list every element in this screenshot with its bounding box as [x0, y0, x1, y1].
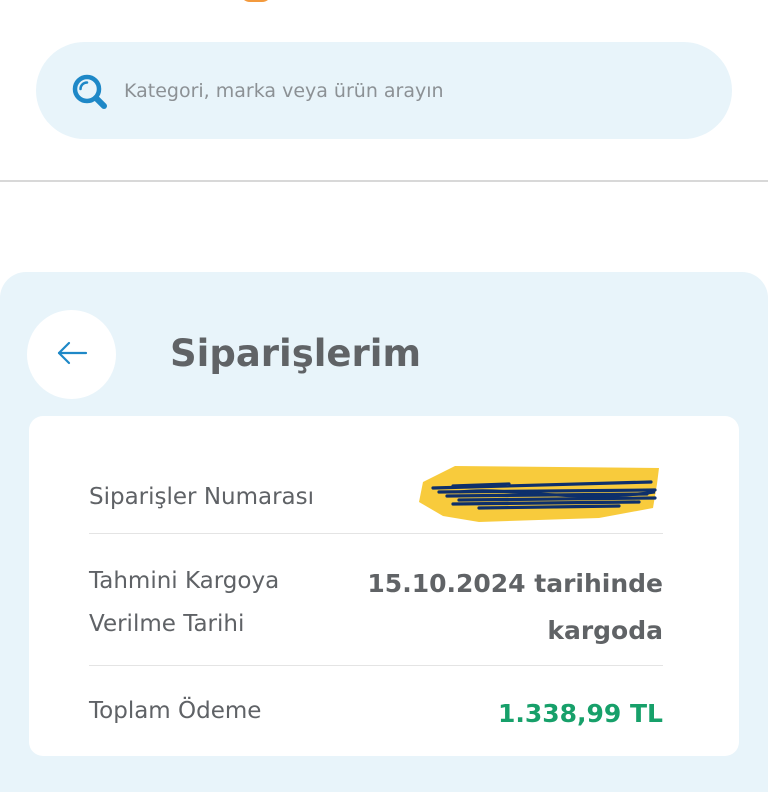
order-number-label: Siparişler Numarası [89, 484, 315, 510]
estimated-date-value: 15.10.2024 tarihinde kargoda [367, 560, 663, 654]
order-number-redacted [419, 462, 663, 526]
estimated-date-value-line1: 15.10.2024 tarihinde [367, 569, 663, 598]
search-bar[interactable] [36, 42, 732, 139]
logo-fragment [240, 0, 272, 2]
order-number-row: Siparişler Numarası [89, 466, 663, 526]
estimated-date-label-line2: Verilme Tarihi [89, 611, 245, 637]
back-button[interactable] [27, 310, 116, 399]
estimated-date-row: Tahmini Kargoya Verilme Tarihi 15.10.202… [89, 560, 663, 654]
estimated-date-label: Tahmini Kargoya Verilme Tarihi [89, 560, 279, 654]
order-summary-card: Siparişler Numarası Tahmini Kargoya Veri… [29, 416, 739, 756]
row-divider [89, 665, 663, 666]
total-payment-row: Toplam Ödeme 1.338,99 TL [89, 690, 663, 737]
row-divider [89, 533, 663, 534]
estimated-date-value-line2: kargoda [547, 616, 663, 645]
total-payment-label: Toplam Ödeme [89, 698, 262, 724]
search-icon [70, 72, 110, 112]
page-title: Siparişlerim [170, 332, 421, 375]
arrow-left-icon [55, 336, 89, 374]
total-payment-value: 1.338,99 TL [497, 699, 663, 728]
estimated-date-label-line1: Tahmini Kargoya [89, 568, 280, 594]
header-divider [0, 180, 768, 182]
search-input[interactable] [124, 72, 684, 110]
